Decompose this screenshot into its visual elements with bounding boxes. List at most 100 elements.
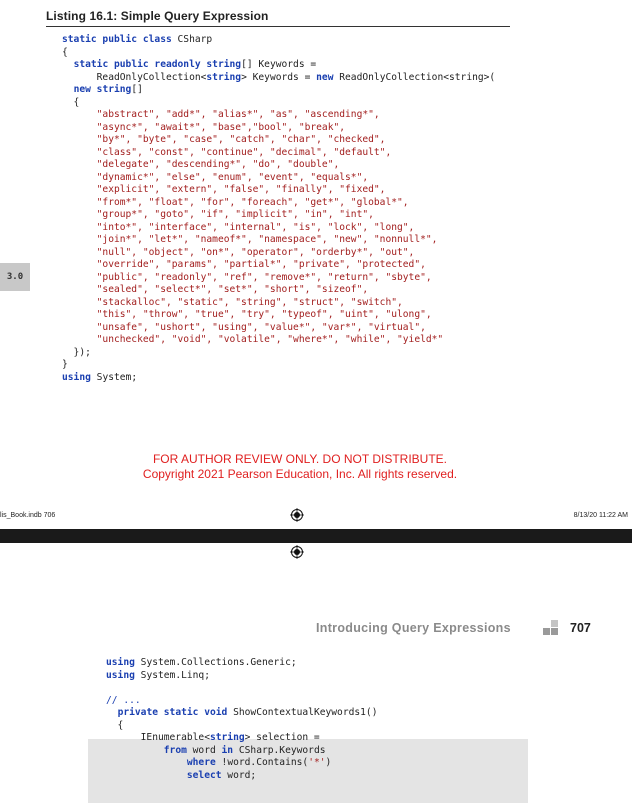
code-line: "join*", "let*", "nameof*", "namespace",… xyxy=(62,234,438,245)
code-line: "public", "readonly", "ref", "remove*", … xyxy=(62,272,432,283)
code-listing: static public class CSharp { static publ… xyxy=(62,34,495,384)
code-line: "by*", "byte", "case", "catch", "char", … xyxy=(62,134,386,145)
page-divider xyxy=(0,529,632,543)
code-line: "into*", "interface", "internal", "is", … xyxy=(62,221,415,233)
slug-file-info: lis_Book.indb 706 xyxy=(0,512,56,519)
review-notice: FOR AUTHOR REVIEW ONLY. DO NOT DISTRIBUT… xyxy=(152,452,448,466)
registration-mark-icon xyxy=(290,545,304,559)
code-line: using System.Collections.Generic; xyxy=(106,657,297,668)
code-token: > Keywords = xyxy=(241,71,317,83)
code-token: "unchecked", "void", "volatile", "where*… xyxy=(96,334,444,345)
code-line: "null", "object", "on*", "operator", "or… xyxy=(62,246,415,258)
code-line: "class", "const", "continue", "decimal",… xyxy=(62,146,392,158)
code-line: new string[] xyxy=(62,84,143,95)
code-token: "class", "const", "continue", "decimal",… xyxy=(96,146,392,158)
code-token: "stackalloc", "static", "string", "struc… xyxy=(96,296,403,308)
code-token: word; xyxy=(221,769,257,781)
code-token: "async*", "await*", "base","bool", "brea… xyxy=(96,121,346,133)
code-line: where !word.Contains('*') xyxy=(106,757,331,768)
code-token: "unsafe", "ushort", "using", "value*", "… xyxy=(96,321,426,333)
code-line: using System; xyxy=(62,372,137,383)
code-token: !word.Contains( xyxy=(215,757,309,768)
code-line: "from*", "float", "for", "foreach", "get… xyxy=(62,197,409,208)
code-token: "null", "object", "on*", "operator", "or… xyxy=(96,246,415,258)
code-line: "sealed", "select*", "set*", "short", "s… xyxy=(62,284,368,295)
code-token: }); xyxy=(62,346,91,358)
code-line: "override", "params", "partial*", "priva… xyxy=(62,259,426,270)
version-tab: 3.0 xyxy=(0,263,30,291)
code-line: { xyxy=(106,720,124,731)
code-line: private static void ShowContextualKeywor… xyxy=(106,707,378,718)
code-token: "public", "readonly", "ref", "remove*", … xyxy=(96,271,432,283)
code-token: using xyxy=(62,371,91,383)
code-token: { xyxy=(62,96,80,108)
code-token: new xyxy=(316,71,334,83)
code-line: } xyxy=(62,359,68,370)
code-line: select word; xyxy=(106,770,256,781)
code-token: "this", "throw", "true", "try", "typeof"… xyxy=(96,309,432,320)
code-line: "async*", "await*", "base","bool", "brea… xyxy=(62,122,345,133)
code-line: "unchecked", "void", "volatile", "where*… xyxy=(62,334,444,345)
code-token: > selection = xyxy=(244,732,320,743)
code-token: System; xyxy=(90,371,138,383)
code-token: System.Collections.Generic; xyxy=(134,657,297,668)
code-token: "group*", "goto", "if", "implicit", "in"… xyxy=(96,209,374,220)
code-line: }); xyxy=(62,347,91,358)
code-line: "explicit", "extern", "false", "finally"… xyxy=(62,184,386,195)
slug-timestamp: 8/13/20 11:22 AM xyxy=(573,512,628,519)
code-token: "abstract", "add*", "alias*", "as", "asc… xyxy=(96,109,380,120)
listing-rule xyxy=(46,26,510,27)
code-line: "delegate", "descending*", "do", "double… xyxy=(62,159,340,170)
code-token: ReadOnlyCollection< xyxy=(62,71,207,83)
code-line: { xyxy=(62,47,68,58)
code-token: new string xyxy=(73,84,132,95)
code-token: '*' xyxy=(308,757,326,768)
code-token: using xyxy=(106,657,135,668)
code-token: } xyxy=(62,359,68,370)
code-token: using xyxy=(106,669,135,681)
code-token: ShowContextualKeywords1() xyxy=(227,707,378,718)
code-token: select xyxy=(186,769,222,781)
code-token: { xyxy=(62,46,68,58)
code-line: ReadOnlyCollection<string> Keywords = ne… xyxy=(62,71,496,83)
code-token: in xyxy=(221,744,234,756)
copyright-notice: Copyright 2021 Pearson Education, Inc. A… xyxy=(142,467,458,481)
code-token: "explicit", "extern", "false", "finally"… xyxy=(96,184,386,195)
code-token: "sealed", "select*", "set*", "short", "s… xyxy=(96,284,369,295)
code-line: "stackalloc", "static", "string", "struc… xyxy=(62,297,403,308)
code-line: "dynamic*", "else", "enum", "event", "eq… xyxy=(62,172,368,183)
page-number: 707 xyxy=(570,621,591,635)
code-token: "into*", "interface", "internal", "is", … xyxy=(96,221,415,233)
book-page-706: Listing 16.1: Simple Query Expression st… xyxy=(0,0,632,522)
code-line: // ... xyxy=(106,695,141,706)
code-line: "unsafe", "ushort", "using", "value*", "… xyxy=(62,322,426,333)
code-token: private static void xyxy=(117,707,228,718)
code-token: string xyxy=(206,71,242,83)
code-token: where xyxy=(186,757,216,768)
code-token: ) xyxy=(325,757,332,768)
code-line: "group*", "goto", "if", "implicit", "in"… xyxy=(62,209,374,220)
code-token: System.Linq; xyxy=(134,669,210,681)
code-token: // ... xyxy=(106,694,141,706)
code-line: using System.Linq; xyxy=(106,670,210,681)
code-token: CSharp xyxy=(171,34,213,45)
code-token: "from*", "float", "for", "foreach", "get… xyxy=(96,196,409,208)
code-line: static public readonly string[] Keywords… xyxy=(62,59,317,70)
